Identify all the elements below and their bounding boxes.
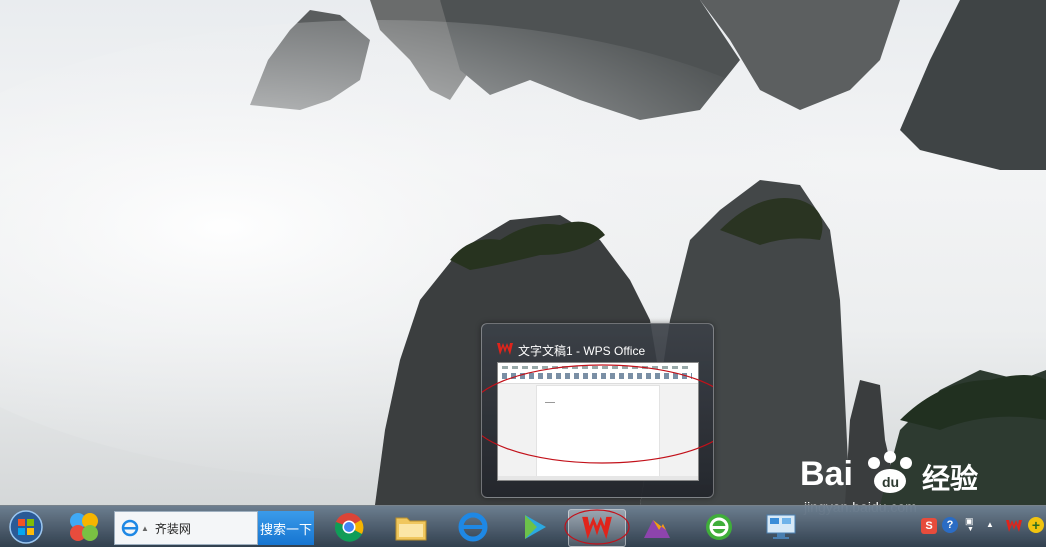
thumbnail-title: 文字文稿1 - WPS Office (518, 344, 646, 358)
watermark-brand-2: 经验 (922, 463, 979, 494)
taskbar-chrome[interactable] (323, 509, 375, 545)
taskbar-network-app[interactable] (755, 509, 807, 545)
wps-taskbar-icon (582, 516, 612, 540)
search-input-value[interactable]: 齐装网 (155, 520, 191, 537)
ie-icon (121, 519, 139, 537)
document-preview[interactable] (497, 362, 699, 481)
wps-tray-icon[interactable] (1006, 519, 1022, 538)
taskbar-ie[interactable] (447, 509, 499, 545)
360-browser-icon (706, 514, 732, 540)
chevron-up-icon: ▲ (141, 523, 149, 533)
paw-icon: du (862, 451, 918, 497)
network-monitor-icon (766, 514, 796, 539)
wps-icon (497, 342, 513, 356)
mountain-ai-icon (644, 520, 670, 538)
svg-text:du: du (882, 474, 899, 490)
taskbar-ai-app[interactable] (631, 509, 683, 545)
start-button[interactable] (4, 509, 48, 545)
search-button[interactable]: 搜索一下 (258, 511, 314, 545)
taskbar-wps[interactable] (564, 509, 630, 547)
chevron-down-icon[interactable]: ▼ (967, 526, 974, 533)
sogou-ime-icon[interactable]: S (921, 518, 937, 534)
plus-icon[interactable]: + (1028, 517, 1044, 533)
chrome-icon (334, 513, 364, 542)
help-icon[interactable]: ? (942, 517, 958, 533)
system-tray: S ? ▣ ▼ ▲ + (918, 516, 1046, 538)
desktop: Bai du 经验 jingyan.baidu.com 文字文稿1 - WPS … (0, 0, 1046, 547)
ie-browser-icon (458, 512, 488, 542)
taskbar-search-box[interactable]: ▲ 齐装网 (114, 511, 258, 545)
taskbar-thumbnail-preview[interactable]: 文字文稿1 - WPS Office (481, 323, 714, 498)
preview-statusbar (498, 476, 698, 480)
taskbar: ▲ 齐装网 搜索一下 S ? ▣ ▼ ▲ + (0, 505, 1046, 547)
taskbar-file-explorer[interactable] (385, 509, 437, 545)
folder-icon (395, 517, 427, 541)
taskbar-app-quad[interactable] (58, 509, 110, 545)
watermark-brand: Bai (800, 455, 853, 493)
play-icon (525, 515, 546, 539)
taskbar-360-browser[interactable] (693, 509, 745, 545)
preview-page (536, 385, 660, 479)
preview-toolbar (498, 363, 698, 384)
taskbar-video-player[interactable] (508, 509, 560, 545)
chevron-up-icon[interactable]: ▲ (986, 520, 994, 529)
windows-logo-icon (9, 510, 43, 544)
colorful-quad-icon (70, 513, 98, 541)
